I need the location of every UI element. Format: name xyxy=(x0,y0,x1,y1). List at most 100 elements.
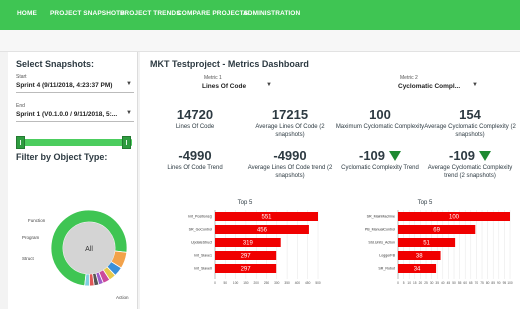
card-avg-loc-label: Average Lines Of Code (2 snapshots) xyxy=(255,124,325,138)
donut-label-action: Action xyxy=(116,295,129,300)
x-tick-label: 35 xyxy=(435,281,439,285)
select-snapshots-title: Select Snapshots: xyxy=(16,59,95,69)
metrics-dashboard: MKT Testproject - Metrics Dashboard Metr… xyxy=(140,52,520,309)
slider-handle-end[interactable] xyxy=(122,136,131,149)
chevron-down-icon: ▼ xyxy=(126,81,132,87)
nav-administration[interactable]: ADMINISTRATION xyxy=(243,10,300,17)
card-loc-trend-label: Lines Of Code Trend xyxy=(167,165,223,171)
card-cc-trend: -109 xyxy=(335,148,425,163)
bar-value-label: 100 xyxy=(449,215,460,221)
trend-down-icon xyxy=(479,151,492,161)
x-tick-label: 65 xyxy=(469,281,473,285)
metric2-select[interactable]: Cyclomatic Compl... ▼ xyxy=(398,80,480,94)
category-label: Init_Positions() xyxy=(188,215,212,219)
bar-value-label: 69 xyxy=(433,228,440,234)
top5-loc-bar-chart: 0 50 100 150 200 250 300 350 400 450 500 Init_Posit… xyxy=(188,210,321,285)
card-avg-cc-value: 154 xyxy=(459,107,481,122)
x-tick-label: 250 xyxy=(264,281,270,285)
card-avg-cc-trend-label: Average Cyclomatic Complexity trend (2 s… xyxy=(427,165,513,179)
card-avg-cc-label: Average Cyclomatic Complexity (2 snapsho… xyxy=(424,124,516,138)
bar-value-label: 297 xyxy=(241,254,252,260)
x-tick-label: 95 xyxy=(503,281,507,285)
x-tick-label: 25 xyxy=(424,281,428,285)
x-tick-label: 100 xyxy=(233,281,239,285)
bar-value-label: 297 xyxy=(241,267,252,273)
snapshot-range-slider[interactable] xyxy=(20,139,132,146)
end-snapshot-value: Sprint 1 (V0.1.0.0 / 9/11/2018, 5:... xyxy=(16,111,118,118)
bar-value-label: 319 xyxy=(243,241,254,247)
bar-value-label: 38 xyxy=(416,254,423,260)
x-tick-label: 15 xyxy=(413,281,417,285)
x-tick-label: 85 xyxy=(491,281,495,285)
chevron-down-icon: ▼ xyxy=(126,110,132,116)
card-loc-value: 14720 xyxy=(176,107,214,122)
chart1-title: Top 5 xyxy=(237,200,253,206)
nav-home[interactable]: HOME xyxy=(17,10,37,17)
bar-value-label: 34 xyxy=(414,267,421,273)
category-label: UpdateStruct xyxy=(191,241,212,245)
donut-label-function: Function xyxy=(28,218,46,223)
x-tick-label: 50 xyxy=(452,281,456,285)
top-nav-bar: HOME PROJECT SNAPSHOTS PROJECT TRENDS CO… xyxy=(0,0,520,30)
x-tick-label: 500 xyxy=(315,281,321,285)
x-tick-label: 90 xyxy=(497,281,501,285)
category-label: LoggerFB xyxy=(379,254,395,258)
card-loc-label: Lines Of Code xyxy=(175,124,215,130)
donut-label-struct: Struct xyxy=(22,256,35,261)
x-tick-label: 350 xyxy=(284,281,290,285)
card-max-cc-value: 100 xyxy=(369,107,391,122)
card-max-cc-label: Maximum Cyclomatic Complexity xyxy=(335,124,425,130)
chevron-down-icon: ▼ xyxy=(266,82,272,88)
x-tick-label: 150 xyxy=(243,281,249,285)
bar-value-label: 51 xyxy=(423,241,430,247)
card-avg-cc-trend-value: -109 xyxy=(448,148,476,163)
card-avg-loc-value: 17215 xyxy=(271,107,309,122)
donut-label-program: Program xyxy=(22,235,40,240)
x-tick-label: 30 xyxy=(430,281,434,285)
category-label: Init_Slave1 xyxy=(194,254,212,258)
sidebar-panel: Select Snapshots: Start Sprint 4 (9/11/2… xyxy=(8,52,138,309)
donut-center-label: All xyxy=(85,246,93,253)
chart2-title: Top 5 xyxy=(417,200,433,206)
x-tick-label: 400 xyxy=(295,281,301,285)
x-tick-label: 55 xyxy=(458,281,462,285)
category-label: SR_Robot xyxy=(378,267,395,271)
x-tick-label: 100 xyxy=(507,281,513,285)
card-avg-loc-trend-label: Average Lines Of Code trend (2 snapshots… xyxy=(247,165,333,179)
nav-project-snapshots[interactable]: PROJECT SNAPSHOTS xyxy=(50,10,125,17)
bar-value-label: 456 xyxy=(257,228,268,234)
card-cc-trend-label: Cyclomatic Complexity Trend xyxy=(341,165,419,171)
start-snapshot-select[interactable]: Sprint 4 (9/11/2018, 4:23:37 PM) ▼ xyxy=(16,79,134,93)
metric2-value: Cyclomatic Compl... xyxy=(398,83,461,90)
x-tick-label: 80 xyxy=(486,281,490,285)
chevron-down-icon: ▼ xyxy=(472,82,478,88)
category-label: PB_ManualControl xyxy=(365,228,395,232)
x-tick-label: 45 xyxy=(447,281,451,285)
filter-object-type-title: Filter by Object Type: xyxy=(16,152,108,162)
card-avg-loc-trend-value: -4990 xyxy=(273,148,307,163)
card-avg-cc-trend: -109 xyxy=(425,148,515,163)
start-snapshot-value: Sprint 4 (9/11/2018, 4:23:37 PM) xyxy=(16,82,113,89)
slider-handle-start[interactable] xyxy=(16,136,25,149)
metric1-select[interactable]: Lines Of Code ▼ xyxy=(202,80,274,94)
dashboard-title: MKT Testproject - Metrics Dashboard xyxy=(150,59,309,69)
category-label: SR_GoControl xyxy=(189,228,213,232)
object-type-donut-chart[interactable]: All Function Program Struct Action xyxy=(8,167,138,307)
x-tick-label: 5 xyxy=(403,281,405,285)
x-tick-label: 450 xyxy=(305,281,311,285)
sub-toolbar xyxy=(0,30,520,52)
x-tick-label: 50 xyxy=(224,281,228,285)
end-snapshot-select[interactable]: Sprint 1 (V0.1.0.0 / 9/11/2018, 5:... ▼ xyxy=(16,108,134,122)
category-label: Init_Slave0 xyxy=(194,267,212,271)
x-tick-label: 70 xyxy=(475,281,479,285)
x-tick-label: 75 xyxy=(480,281,484,285)
x-tick-label: 40 xyxy=(441,281,445,285)
bar-value-label: 551 xyxy=(261,215,272,221)
x-tick-label: 0 xyxy=(397,281,399,285)
trend-down-icon xyxy=(389,151,402,161)
nav-project-trends[interactable]: PROJECT TRENDS xyxy=(120,10,181,17)
nav-compare-projects[interactable]: COMPARE PROJECTS xyxy=(177,10,248,17)
card-cc-trend-value: -109 xyxy=(358,148,386,163)
top5-cc-bar-chart: 0 5 10 15 20 25 30 35 40 45 50 55 60 65 70 75 80 85 90 95 10… xyxy=(365,210,513,285)
category-label: Std.Units_Action xyxy=(368,241,395,245)
